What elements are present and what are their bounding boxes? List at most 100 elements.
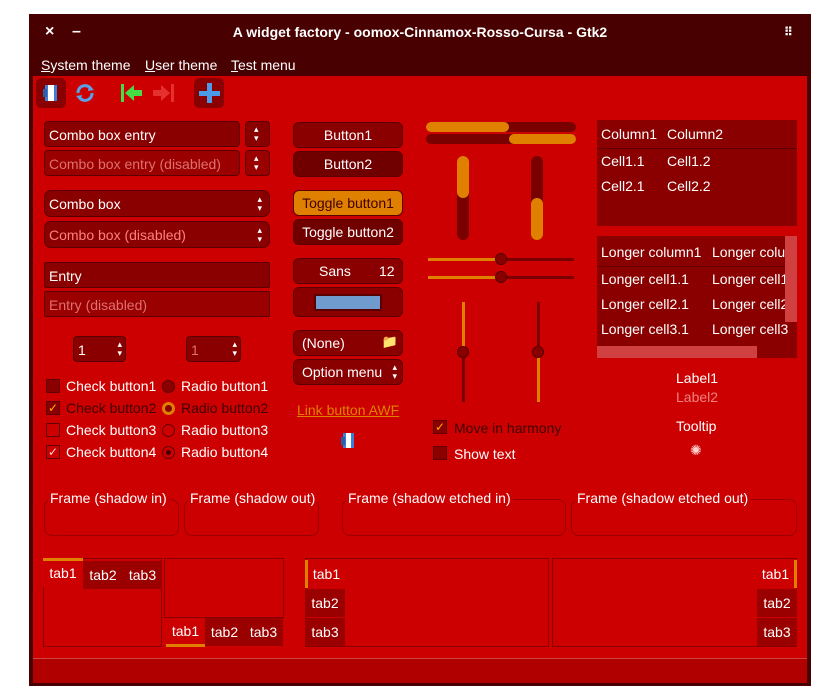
option-menu[interactable]: Option menu ▴ ▾ — [293, 359, 403, 385]
tooltip-label: Tooltip — [676, 418, 717, 434]
notebook-left-tab2[interactable]: tab2 — [305, 589, 345, 617]
tree2-cell: Longer cell3.1 — [601, 321, 689, 337]
go-first-icon[interactable] — [118, 81, 144, 110]
toggle-button-1[interactable]: Toggle button1 — [293, 190, 403, 216]
notebook-bottom-tab1[interactable]: tab1 — [166, 618, 205, 647]
file-chooser-button[interactable]: (None) 📁 — [293, 330, 403, 356]
hscale-2-fill — [428, 276, 501, 279]
combo-entry-disabled-arrow: ▴ ▾ — [245, 150, 270, 176]
combo-box-label: Combo box — [49, 196, 121, 212]
color-swatch — [314, 294, 382, 311]
radio-button-1-label: Radio button1 — [181, 378, 269, 394]
check-button-4-label: Check button4 — [66, 444, 157, 460]
notebook-right-tab3[interactable]: tab3 — [757, 618, 797, 646]
menu-user-theme[interactable]: User theme — [145, 57, 217, 73]
move-in-harmony-label: Move in harmony — [454, 420, 562, 436]
move-in-harmony-box[interactable]: ✓ — [433, 420, 447, 434]
notebook-top-tab2[interactable]: tab2 — [83, 561, 123, 589]
notebook-bottom-tab3[interactable]: tab3 — [244, 618, 283, 646]
vscale-2-fill — [537, 352, 540, 402]
check-button-3-box[interactable] — [46, 423, 60, 437]
vertical-scrollbar[interactable] — [785, 236, 797, 322]
folder-icon: 📁 — [381, 334, 398, 349]
tree2-cell: Longer cell1.1 — [601, 271, 689, 287]
notebook-left-tab3[interactable]: tab3 — [305, 618, 345, 646]
spinner-icon: ✺ — [690, 442, 702, 458]
radio-button-1[interactable] — [162, 380, 175, 393]
tree1-cell: Cell1.1 — [601, 153, 645, 169]
vertical-progress-1 — [457, 156, 469, 240]
open-file-small-icon[interactable] — [338, 430, 360, 457]
progress-bar-1-fill — [426, 122, 509, 132]
progress-bar-2 — [426, 134, 576, 144]
menu-system-theme[interactable]: System theme — [41, 57, 130, 73]
link-button[interactable]: Link button AWF — [297, 402, 399, 418]
notebook-bottom-tab2[interactable]: tab2 — [205, 618, 244, 646]
notebook-left-tab1[interactable]: tab1 — [305, 560, 345, 588]
menu-test[interactable]: Test menu — [231, 57, 296, 73]
check-button-1-box[interactable] — [46, 379, 60, 393]
button-1[interactable]: Button1 — [293, 122, 403, 148]
label-1: Label1 — [676, 370, 719, 386]
entry-field[interactable]: Entry — [44, 262, 270, 288]
vscale-2-slider[interactable] — [532, 346, 544, 358]
horizontal-scrollbar[interactable] — [597, 346, 757, 358]
vscale-1-slider[interactable] — [457, 346, 469, 358]
check-button-4-box[interactable]: ✓ — [46, 445, 60, 459]
tree2-cell: Longer cell2 — [712, 296, 789, 312]
notebook-top-tab1[interactable]: tab1 — [43, 558, 83, 587]
radio-button-3[interactable] — [162, 424, 175, 437]
show-text-box[interactable] — [433, 446, 447, 460]
option-menu-label: Option menu — [302, 364, 383, 380]
vscale-1-fill — [462, 302, 465, 352]
add-button[interactable] — [194, 78, 224, 108]
check-button-1-label: Check button1 — [66, 378, 157, 394]
tree1-cell: Cell1.2 — [667, 153, 711, 169]
vertical-progress-2 — [531, 156, 543, 240]
notebook-top-tab3[interactable]: tab3 — [123, 561, 162, 589]
frame-shadow-etched-in-label: Frame (shadow etched in) — [346, 490, 513, 506]
font-button[interactable]: Sans 12 — [293, 258, 403, 284]
combo-box-disabled: Combo box (disabled) ▴ ▾ — [44, 221, 270, 248]
hscale-1-slider[interactable] — [495, 253, 507, 265]
menu-bar: System theme User theme Test menu — [29, 52, 811, 76]
notebook-right-tab1[interactable]: tab1 — [757, 560, 797, 588]
tree1-header-2[interactable]: Column2 — [667, 126, 723, 142]
content-area: Combo box entry ▴ ▾ Combo box entry (disa… — [33, 76, 807, 683]
notebook-right-tab2[interactable]: tab2 — [757, 589, 797, 617]
combo-box[interactable]: Combo box ▴ ▾ — [44, 190, 270, 217]
radio-button-4[interactable] — [162, 446, 175, 459]
radio-button-2-label: Radio button2 — [181, 400, 269, 416]
toolbar-open-button[interactable] — [36, 78, 66, 108]
toggle-button-2[interactable]: Toggle button2 — [293, 219, 403, 245]
hscale-2-slider[interactable] — [495, 271, 507, 283]
grid-menu-icon[interactable]: ⠿ — [784, 25, 793, 39]
combo-box-entry[interactable]: Combo box entry — [44, 121, 240, 147]
tree2-header-1[interactable]: Longer column1 — [601, 244, 701, 260]
frame-shadow-etched-out-label: Frame (shadow etched out) — [575, 490, 751, 506]
tree-view-1[interactable]: Column1 Column2 Cell1.1 Cell1.2 Cell2.1 … — [597, 120, 797, 226]
check-button-2-box[interactable]: ✓ — [46, 401, 60, 415]
vertical-progress-1-fill — [457, 156, 469, 198]
go-last-icon[interactable] — [151, 81, 177, 110]
vertical-progress-2-fill — [531, 198, 543, 240]
hscale-1-fill — [428, 258, 501, 261]
tree-view-2[interactable]: Longer column1 Longer colu Longer cell1.… — [597, 236, 797, 358]
notebook-bottom-panel — [164, 558, 284, 618]
tree2-header-2[interactable]: Longer colu — [712, 244, 785, 260]
button-2[interactable]: Button2 — [293, 151, 403, 177]
combo-entry-arrow[interactable]: ▴ ▾ — [245, 121, 270, 147]
radio-button-2[interactable] — [162, 402, 175, 415]
refresh-icon[interactable] — [71, 79, 99, 112]
tree2-cell: Longer cell3 — [712, 321, 789, 337]
tree2-cell: Longer cell2.1 — [601, 296, 689, 312]
show-text-label: Show text — [454, 446, 516, 462]
frame-shadow-in-label: Frame (shadow in) — [48, 490, 169, 506]
tree1-cell: Cell2.2 — [667, 178, 711, 194]
color-button[interactable] — [293, 287, 403, 317]
spin-button-1[interactable]: 1 ▴ ▾ — [73, 336, 126, 362]
file-chooser-label: (None) — [302, 335, 345, 351]
main-window: × – A widget factory - oomox-Cinnamox-Ro… — [29, 14, 811, 686]
tree1-header-1[interactable]: Column1 — [601, 126, 657, 142]
combo-box-disabled-label: Combo box (disabled) — [49, 227, 186, 243]
